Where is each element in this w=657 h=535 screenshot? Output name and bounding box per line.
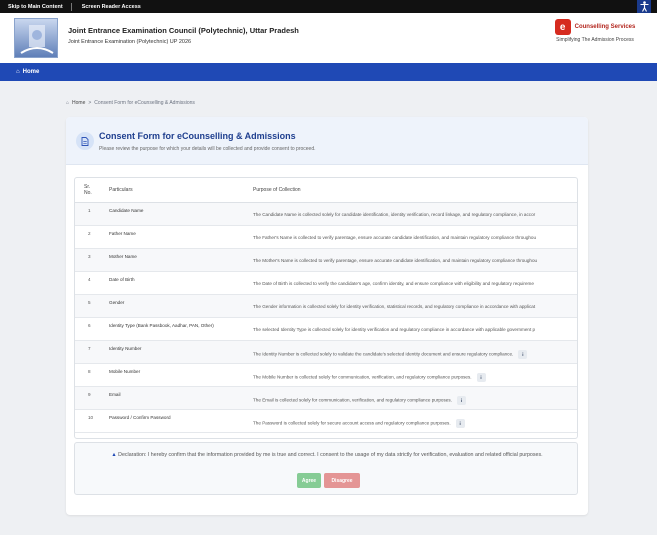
logo-name: Counselling Services xyxy=(574,24,636,30)
header-particulars: Particulars xyxy=(105,178,249,203)
breadcrumb-home-icon: ⌂ xyxy=(66,100,70,106)
row-purpose-cell: The Mobile Number is collected solely fo… xyxy=(249,363,577,387)
page-subtitle: Please review the purpose for which your… xyxy=(99,146,316,152)
row-purpose-cell: The Gender information is collected sole… xyxy=(249,294,577,318)
row-purpose: The Father's Name is collected to verify… xyxy=(253,234,537,240)
row-purpose-cell: The Identity Number is collected solely … xyxy=(249,340,577,364)
row-purpose: The Mother's Name is collected to verify… xyxy=(253,257,538,263)
row-sr-no: 10 xyxy=(75,409,105,433)
row-purpose: The Password is collected solely for sec… xyxy=(253,420,451,426)
breadcrumb: ⌂ Home > Consent Form for eCounselling &… xyxy=(66,100,195,106)
row-sr-no: 7 xyxy=(75,340,105,364)
row-particular: Mobile Number xyxy=(105,363,249,387)
page-title: Consent Form for eCounselling & Admissio… xyxy=(99,131,296,141)
table-row: 3 Mother Name The Mother's Name is collect… xyxy=(75,248,577,272)
row-particular: Father Name xyxy=(105,225,249,249)
row-sr-no: 8 xyxy=(75,363,105,387)
row-purpose: The Gender information is collected sole… xyxy=(253,303,536,309)
row-particular: Date of Birth xyxy=(105,271,249,295)
row-purpose: The selected Identity Type is collected … xyxy=(253,326,536,332)
row-sr-no: 6 xyxy=(75,317,105,341)
row-purpose-cell: The Mother's Name is collected to verify… xyxy=(249,248,577,272)
disagree-button[interactable]: Disagree xyxy=(324,473,360,488)
row-particular: Identity Type (Bank Passbook, Aadhar, PA… xyxy=(105,317,249,341)
row-purpose: The Email is collected solely for commun… xyxy=(253,397,452,403)
main-nav: ⌂ Home xyxy=(0,63,657,81)
breadcrumb-home[interactable]: Home xyxy=(72,100,85,106)
logo-tagline: Simplifying The Admission Process xyxy=(556,37,634,43)
row-purpose-cell: The Father's Name is collected to verify… xyxy=(249,225,577,249)
row-particular: Gender xyxy=(105,294,249,318)
row-particular: Password / Confirm Password xyxy=(105,409,249,433)
row-sr-no: 5 xyxy=(75,294,105,318)
row-particular: Identity Number xyxy=(105,340,249,364)
declaration-text: Declaration: I hereby confirm that the i… xyxy=(118,452,543,458)
row-purpose-cell: The Password is collected solely for sec… xyxy=(249,409,577,433)
header-subtitle: Joint Entrance Examination (Polytechnic)… xyxy=(68,39,192,45)
consent-card-header: Consent Form for eCounselling & Admissio… xyxy=(66,117,588,165)
table-row: 6 Identity Type (Bank Passbook, Aadhar, P… xyxy=(75,317,577,341)
accessibility-person-icon xyxy=(640,1,648,12)
site-header: Joint Entrance Examination Council (Poly… xyxy=(0,13,657,63)
table-row: 9 Email The Email is collected solely for … xyxy=(75,386,577,410)
row-particular: Mother Name xyxy=(105,248,249,272)
info-icon[interactable]: i xyxy=(476,372,486,382)
header-purpose: Purpose of Collection xyxy=(249,178,577,203)
screen-reader-link[interactable]: Screen Reader Access xyxy=(82,3,149,11)
breadcrumb-current: Consent Form for eCounselling & Admissio… xyxy=(94,100,195,106)
nav-home-link[interactable]: Home xyxy=(23,69,40,75)
council-emblem-logo xyxy=(14,18,58,58)
row-purpose-cell: The selected Identity Type is collected … xyxy=(249,317,577,341)
header-title: Joint Entrance Examination Council (Poly… xyxy=(68,26,299,35)
consent-table: Sr. No. Particulars Purpose of Collectio… xyxy=(75,178,577,433)
row-purpose: The Candidate Name is collected solely f… xyxy=(253,211,536,217)
document-icon xyxy=(76,132,94,150)
table-header-row: Sr. No. Particulars Purpose of Collectio… xyxy=(75,178,577,203)
row-purpose-cell: The Date of Birth is collected to verify… xyxy=(249,271,577,295)
row-particular: Email xyxy=(105,386,249,410)
home-icon: ⌂ xyxy=(16,69,20,75)
consent-card: Consent Form for eCounselling & Admissio… xyxy=(66,117,588,515)
table-row: 10 Password / Confirm Password The Passwor… xyxy=(75,409,577,433)
counselling-services-logo: e Counselling Services Simplifying The A… xyxy=(547,19,643,43)
table-row: 4 Date of Birth The Date of Birth is colle… xyxy=(75,271,577,295)
table-row: 2 Father Name The Father's Name is collect… xyxy=(75,225,577,249)
info-icon[interactable]: i xyxy=(518,349,528,359)
table-row: 5 Gender The Gender information is collect… xyxy=(75,294,577,318)
consent-table-container[interactable]: Sr. No. Particulars Purpose of Collectio… xyxy=(74,177,578,439)
skip-to-main-link[interactable]: Skip to Main Content xyxy=(8,2,72,11)
warning-icon: ▲ xyxy=(111,452,117,458)
row-sr-no: 9 xyxy=(75,386,105,410)
table-row: 7 Identity Number The Identity Number is c… xyxy=(75,340,577,364)
row-particular: Candidate Name xyxy=(105,202,249,226)
row-purpose: The Identity Number is collected solely … xyxy=(253,351,514,357)
row-purpose: The Mobile Number is collected solely fo… xyxy=(253,374,472,380)
counselling-e-icon: e xyxy=(554,19,571,35)
info-icon[interactable]: i xyxy=(455,418,465,428)
row-sr-no: 3 xyxy=(75,248,105,272)
accessibility-button[interactable] xyxy=(637,0,651,13)
row-sr-no: 1 xyxy=(75,202,105,226)
table-row: 1 Candidate Name The Candidate Name is col… xyxy=(75,202,577,226)
declaration-box: ▲ Declaration: I hereby confirm that the… xyxy=(74,442,578,495)
header-sr-no: Sr. No. xyxy=(75,178,105,203)
row-sr-no: 2 xyxy=(75,225,105,249)
row-sr-no: 4 xyxy=(75,271,105,295)
agree-button[interactable]: Agree xyxy=(297,473,321,488)
table-row: 8 Mobile Number The Mobile Number is colle… xyxy=(75,363,577,387)
row-purpose: The Date of Birth is collected to verify… xyxy=(253,280,534,286)
row-purpose-cell: The Email is collected solely for commun… xyxy=(249,386,577,410)
info-icon[interactable]: i xyxy=(456,395,466,405)
row-purpose-cell: The Candidate Name is collected solely f… xyxy=(249,202,577,226)
top-utility-bar: Skip to Main Content Screen Reader Acces… xyxy=(0,0,657,13)
breadcrumb-separator: > xyxy=(88,100,92,106)
